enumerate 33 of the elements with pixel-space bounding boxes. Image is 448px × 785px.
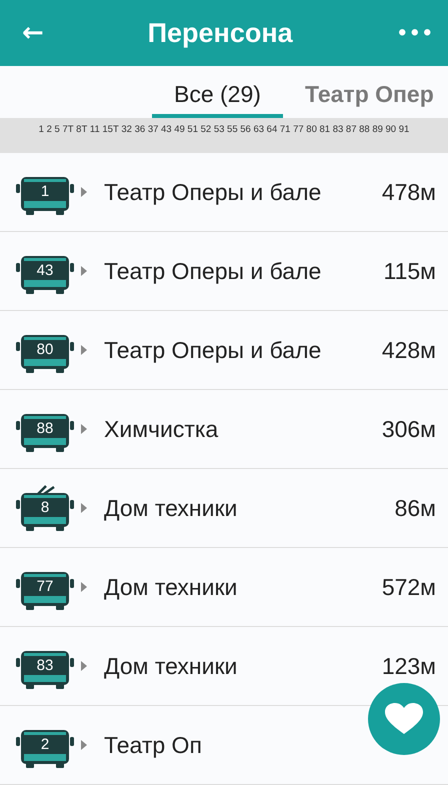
- stop-name: Театр Оп: [104, 732, 203, 758]
- stop-name: Дом техники: [104, 494, 238, 522]
- stop-distance: 428м: [382, 336, 436, 364]
- stop-name: Дом техники: [104, 574, 238, 600]
- stop-row[interactable]: 80 Театр Оперы и бале 428м: [0, 311, 448, 390]
- routes-strip: 1 2 5 7Т 8Т 11 15Т 32 36 37 43 49 51 52 53 55 56 63 64 71 77 80 81 83 87 88 89 90 91: [0, 118, 448, 153]
- stop-distance: 115м: [384, 258, 436, 284]
- stop-row[interactable]: 88 Химчистка 306м: [0, 390, 448, 469]
- caret-icon: [80, 581, 88, 593]
- caret-icon: [80, 344, 88, 356]
- stop-row[interactable]: 43 Театр Оперы и бале 115м: [0, 232, 448, 311]
- stop-row[interactable]: 77 Дом техники 572м: [0, 548, 448, 627]
- caret-icon: [80, 739, 88, 751]
- stop-name: Театр Оперы и бале: [104, 178, 322, 206]
- stop-name: Театр Оперы и бале: [104, 336, 322, 364]
- stop-name: Дом техники: [104, 652, 238, 680]
- stop-distance: 306м: [382, 416, 436, 442]
- caret-icon: [80, 502, 88, 514]
- stop-name: Химчистка: [104, 416, 220, 442]
- stop-row[interactable]: 8 Дом техники 86м: [0, 469, 448, 548]
- stop-row[interactable]: 1 Театр Оперы и бале 478м: [0, 153, 448, 232]
- caret-icon: [80, 265, 88, 277]
- stop-distance: 86м: [394, 494, 436, 522]
- stop-distance: 478м: [382, 178, 436, 206]
- stop-distance: 123м: [382, 652, 436, 680]
- stop-name: Театр Оперы и бале: [104, 258, 322, 284]
- caret-icon: [80, 660, 88, 672]
- caret-icon: [80, 423, 88, 435]
- stop-distance: 572м: [382, 574, 436, 600]
- heart-icon: [384, 702, 424, 736]
- screen-title: Перенсона: [148, 18, 293, 48]
- tab[interactable]: Театр Опер: [304, 66, 434, 118]
- caret-icon: [80, 186, 88, 198]
